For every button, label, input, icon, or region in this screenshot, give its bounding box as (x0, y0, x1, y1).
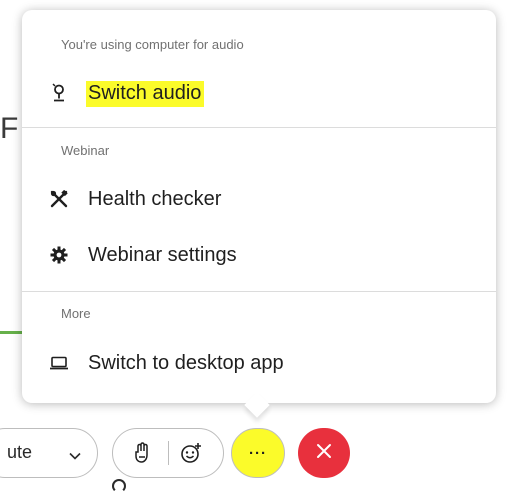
leave-button[interactable] (298, 428, 350, 478)
menu-divider (22, 291, 496, 292)
chevron-down-icon[interactable] (69, 447, 81, 465)
gear-icon (48, 244, 70, 266)
switch-audio-label: Switch audio (86, 80, 205, 107)
menu-item-label: Switch audio (86, 80, 205, 107)
menu-item-switch-to-desktop-app[interactable]: Switch to desktop app (22, 342, 496, 384)
switch-to-desktop-app-label: Switch to desktop app (88, 351, 284, 374)
tools-icon (48, 188, 70, 210)
close-icon (316, 443, 332, 464)
health-checker-label: Health checker (88, 187, 222, 210)
add-reaction-icon[interactable] (179, 441, 203, 470)
pill-divider (168, 441, 169, 465)
background-partial-text: F (0, 112, 18, 145)
more-options-menu: You're using computer for audio Switch a… (22, 10, 496, 403)
hand-and-reactions-group (112, 428, 224, 478)
speaker-switch-icon (48, 82, 70, 104)
menu-item-switch-audio[interactable]: Switch audio (22, 72, 496, 114)
section-header-webinar: Webinar (61, 143, 110, 158)
laptop-icon (48, 352, 70, 374)
webinar-settings-label: Webinar settings (88, 243, 237, 266)
menu-item-health-checker[interactable]: Health checker (22, 178, 496, 220)
mute-label: ute (7, 442, 33, 462)
section-header-more: More (61, 306, 91, 321)
menu-item-webinar-settings[interactable]: Webinar settings (22, 234, 496, 276)
section-header-audio: You're using computer for audio (61, 37, 244, 52)
more-options-button[interactable]: ··· (231, 428, 285, 478)
mouse-cursor (112, 479, 126, 493)
background-progress-line (0, 331, 24, 334)
mute-button[interactable]: ute (0, 428, 98, 478)
menu-divider (22, 127, 496, 128)
raise-hand-icon[interactable] (133, 442, 151, 469)
